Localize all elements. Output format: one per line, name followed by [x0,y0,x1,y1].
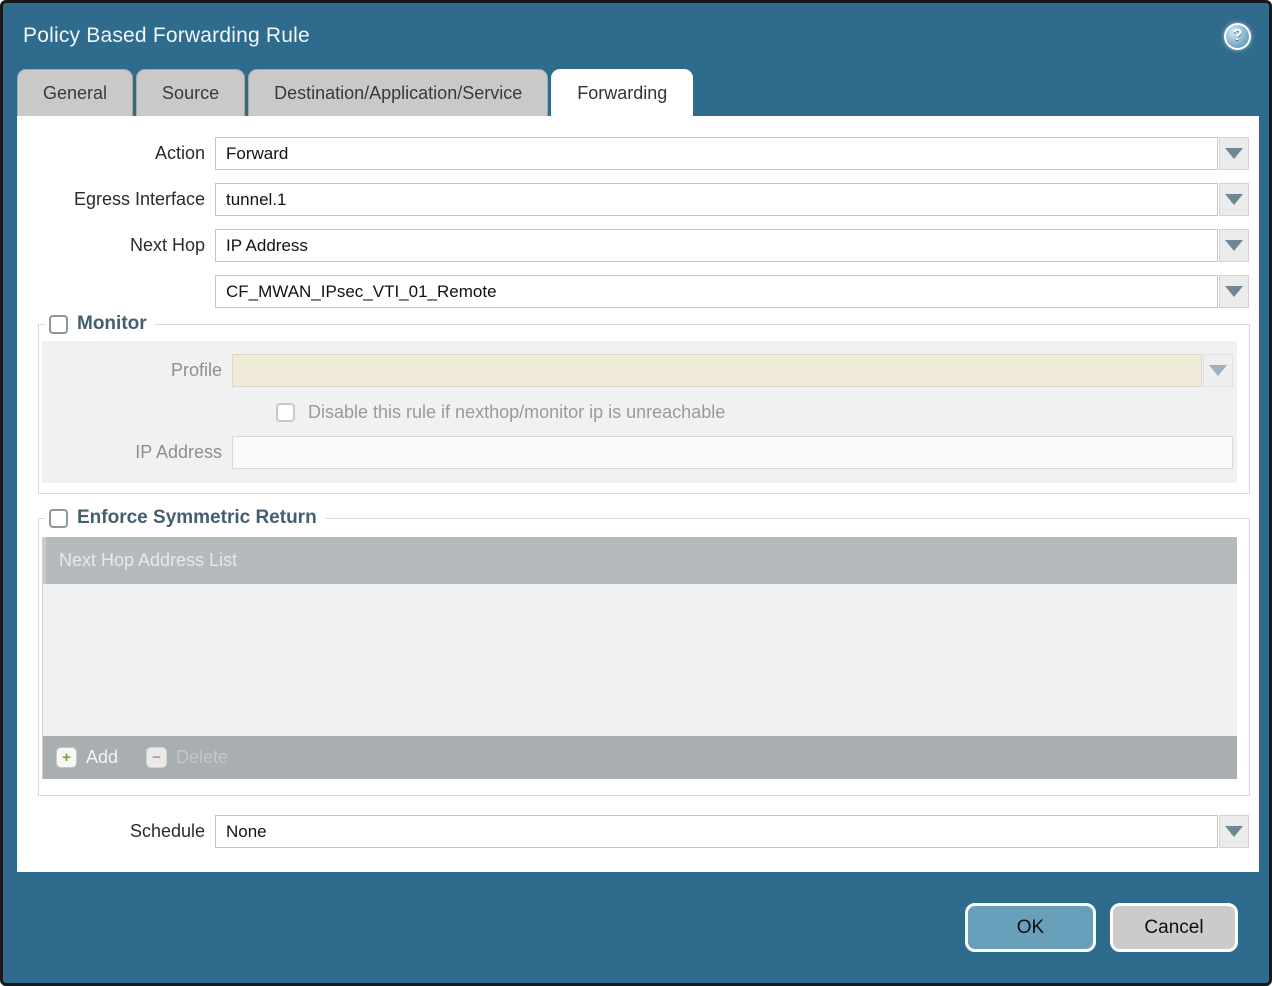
add-button-label: Add [86,747,118,768]
minus-icon: − [146,747,167,768]
dialog-titlebar: Policy Based Forwarding Rule ? [3,3,1269,69]
action-label: Action [17,143,215,164]
ok-button[interactable]: OK [965,903,1096,952]
next-hop-address-dropdown-button[interactable] [1219,275,1249,308]
next-hop-type-input[interactable] [215,229,1218,262]
chevron-down-icon [1225,240,1243,251]
enforce-legend: Enforce Symmetric Return [45,507,325,529]
chevron-down-icon [1225,286,1243,297]
enforce-legend-label: Enforce Symmetric Return [77,507,317,529]
next-hop-address-input[interactable] [215,275,1218,308]
monitor-legend: Monitor [45,313,155,335]
tab-forwarding[interactable]: Forwarding [551,69,693,116]
monitor-body: Profile Disable this rule if nexthop/mon… [42,341,1237,483]
action-dropdown-button[interactable] [1219,137,1249,170]
next-hop-address-table-header: Next Hop Address List [43,537,1237,584]
egress-interface-row: Egress Interface [17,183,1249,216]
forwarding-tab-panel: Action Egress Interface Next Hop [17,116,1259,872]
next-hop-type-dropdown-button[interactable] [1219,229,1249,262]
monitor-disable-row: Disable this rule if nexthop/monitor ip … [276,402,1233,423]
dialog-title: Policy Based Forwarding Rule [23,24,310,48]
monitor-profile-input[interactable] [232,354,1202,387]
enforce-symmetric-return-checkbox[interactable] [49,509,68,528]
monitor-group: Monitor Profile Disable this rule if nex… [38,324,1250,494]
next-hop-address-table: Next Hop Address List + Add − Delete [42,537,1237,779]
chevron-down-icon [1225,194,1243,205]
egress-interface-input[interactable] [215,183,1218,216]
tab-source[interactable]: Source [136,69,245,116]
add-button[interactable]: + Add [56,747,118,768]
schedule-row: Schedule [17,815,1249,848]
monitor-ip-input[interactable] [232,436,1233,469]
tab-general[interactable]: General [17,69,133,116]
delete-button[interactable]: − Delete [146,747,228,768]
action-input[interactable] [215,137,1218,170]
pbf-rule-dialog: Policy Based Forwarding Rule ? General S… [0,0,1272,986]
egress-interface-dropdown-button[interactable] [1219,183,1249,216]
next-hop-address-row [17,275,1249,308]
monitor-disable-checkbox[interactable] [276,403,295,422]
monitor-disable-label: Disable this rule if nexthop/monitor ip … [308,402,725,423]
monitor-ip-row: IP Address [42,436,1233,469]
delete-button-label: Delete [176,747,228,768]
monitor-profile-dropdown-button[interactable] [1203,354,1233,387]
monitor-checkbox[interactable] [49,315,68,334]
next-hop-row: Next Hop [17,229,1249,262]
egress-interface-label: Egress Interface [17,189,215,210]
cancel-button[interactable]: Cancel [1110,903,1238,952]
enforce-symmetric-return-group: Enforce Symmetric Return Next Hop Addres… [38,518,1250,796]
chevron-down-icon [1209,365,1227,376]
tab-bar: General Source Destination/Application/S… [3,69,1269,116]
monitor-legend-label: Monitor [77,313,147,335]
help-icon[interactable]: ? [1224,23,1251,50]
dialog-action-bar: OK Cancel [3,872,1269,983]
monitor-profile-row: Profile [42,354,1233,387]
tab-destination-application-service[interactable]: Destination/Application/Service [248,69,548,116]
chevron-down-icon [1225,148,1243,159]
next-hop-address-table-footer: + Add − Delete [43,736,1237,779]
plus-icon: + [56,747,77,768]
next-hop-address-table-body[interactable] [43,584,1237,736]
chevron-down-icon [1225,826,1243,837]
schedule-dropdown-button[interactable] [1219,815,1249,848]
monitor-ip-label: IP Address [42,442,232,463]
next-hop-label: Next Hop [17,235,215,256]
schedule-input[interactable] [215,815,1218,848]
schedule-label: Schedule [17,821,215,842]
action-row: Action [17,137,1249,170]
monitor-profile-label: Profile [42,360,232,381]
